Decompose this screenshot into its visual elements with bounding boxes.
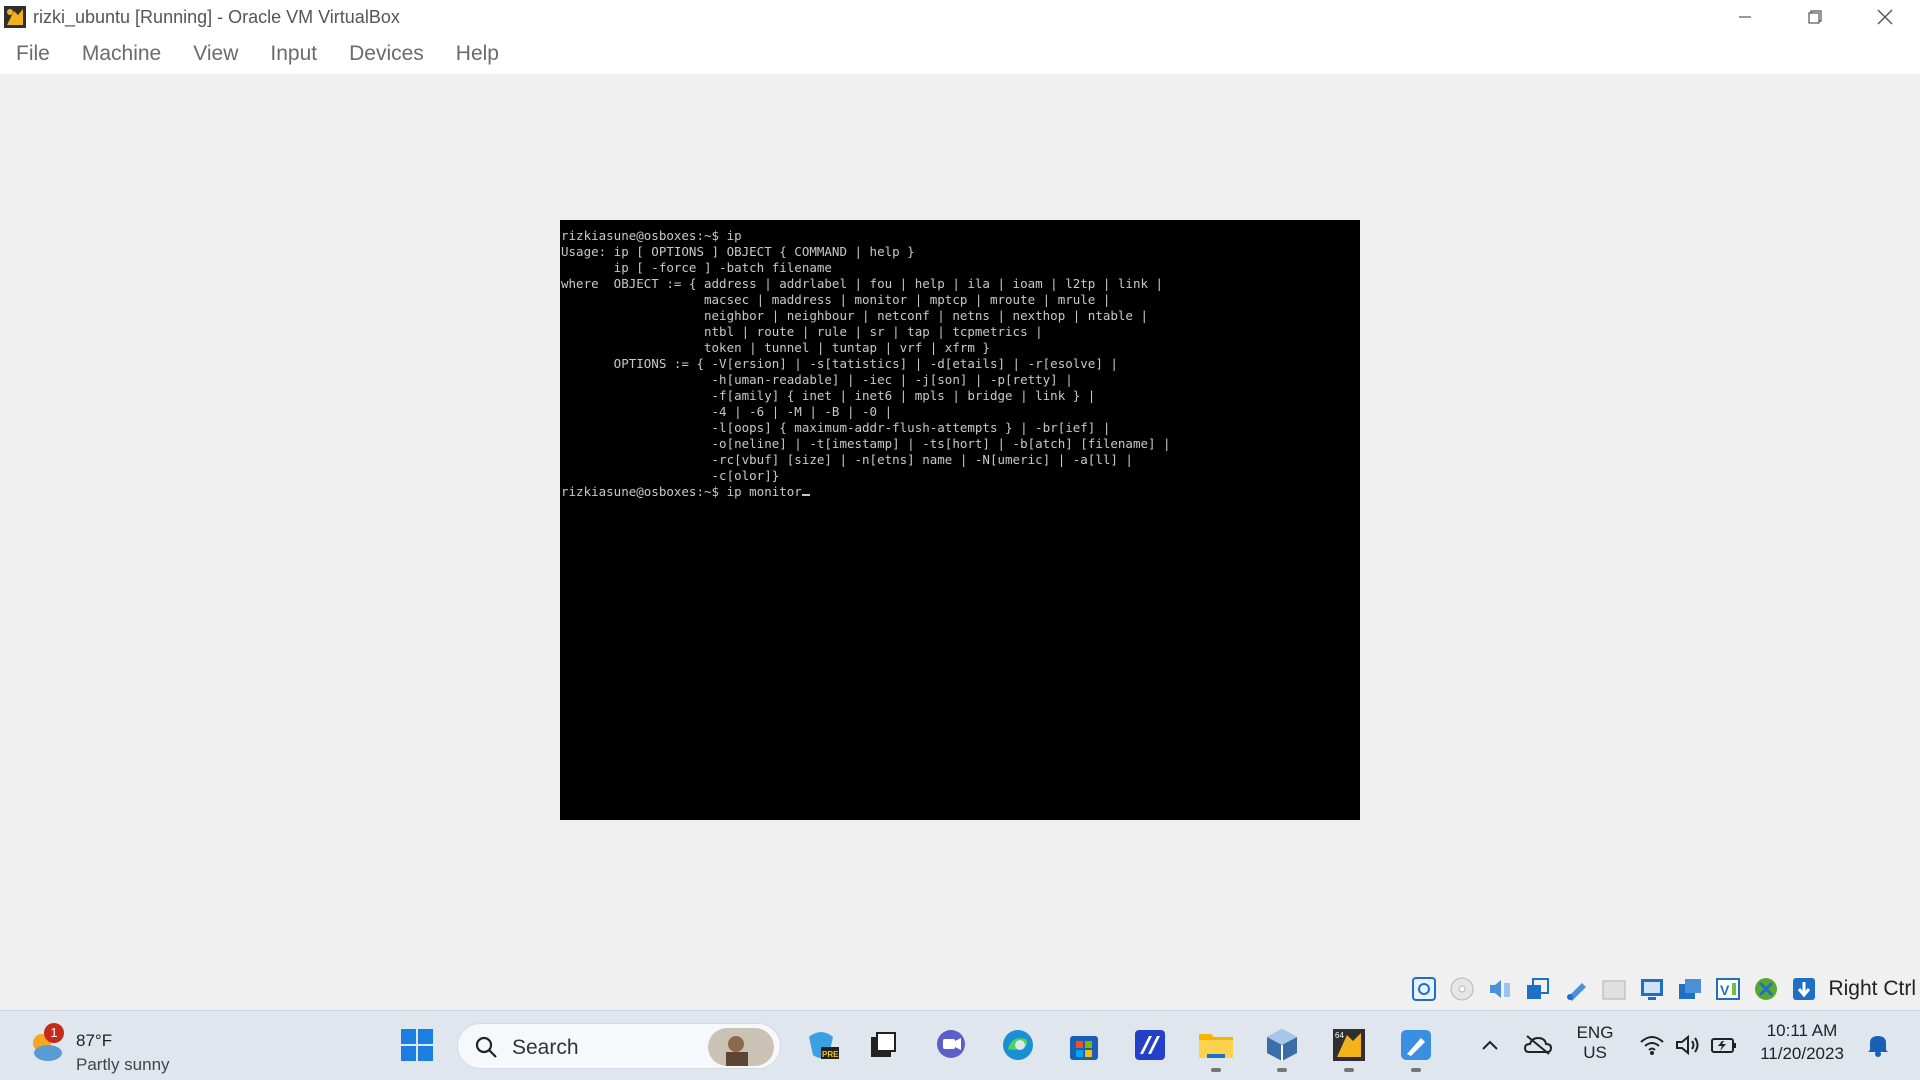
terminal-current-command: rizkiasune@osboxes:~$ ip monitor — [561, 484, 802, 499]
taskbar-search-box[interactable]: Search — [457, 1023, 781, 1069]
menu-bar: File Machine View Input Devices Help — [0, 34, 1920, 74]
menu-help[interactable]: Help — [456, 42, 499, 66]
notification-badge: 1 — [44, 1023, 64, 1043]
optical-disk-icon[interactable] — [1446, 973, 1478, 1005]
keyboard-layout: US — [1583, 1043, 1607, 1062]
terminal-line: -c[olor]} — [561, 468, 780, 483]
terminal-line: macsec | maddress | monitor | mptcp | mr… — [561, 292, 1111, 307]
terminal-line: neighbor | neighbour | netconf | netns |… — [561, 308, 1148, 323]
paint-app-icon[interactable] — [1396, 1025, 1436, 1065]
title-bar: rizki_ubuntu [Running] - Oracle VM Virtu… — [0, 0, 1920, 34]
menu-view[interactable]: View — [193, 42, 238, 66]
edge-browser-icon[interactable] — [998, 1025, 1038, 1065]
notification-bell-icon[interactable] — [1858, 1025, 1898, 1065]
menu-machine[interactable]: Machine — [82, 42, 161, 66]
recording-icon[interactable] — [1674, 973, 1706, 1005]
cpu-icon[interactable]: V — [1712, 973, 1744, 1005]
show-hidden-icons-chevron-icon[interactable] — [1470, 1025, 1510, 1065]
host-key-label: Right Ctrl — [1828, 977, 1916, 1000]
menu-devices[interactable]: Devices — [349, 42, 424, 66]
network-icon[interactable] — [1522, 973, 1554, 1005]
battery-charging-icon[interactable] — [1704, 1025, 1744, 1065]
virtualbox-app-icon — [3, 5, 27, 29]
weather-widget[interactable]: 1 87°F Partly sunny — [26, 1021, 186, 1074]
close-button[interactable] — [1850, 0, 1920, 34]
terminal-line: -h[uman-readable] | -iec | -j[son] | -p[… — [561, 372, 1073, 387]
minimize-button[interactable] — [1710, 0, 1780, 34]
terminal-line: -rc[vbuf] [size] | -n[etns] name | -N[um… — [561, 452, 1133, 467]
menu-input[interactable]: Input — [270, 42, 317, 66]
weather-temperature: 87°F — [76, 1031, 113, 1050]
clock-date: 11/20/2023 — [1760, 1044, 1844, 1063]
task-view-icon[interactable] — [863, 1025, 903, 1065]
shared-folder-icon[interactable] — [1598, 973, 1630, 1005]
terminal-line: -f[amily] { inet | inet6 | mpls | bridge… — [561, 388, 1096, 403]
running-indicator — [1277, 1068, 1287, 1072]
svg-text:PRE: PRE — [822, 1050, 839, 1059]
wifi-icon[interactable] — [1632, 1025, 1672, 1065]
mouse-integration-icon[interactable] — [1750, 973, 1782, 1005]
terminal-line: ip [ -force ] -batch filename — [561, 260, 832, 275]
vs-code-insider-icon[interactable] — [1130, 1025, 1170, 1065]
clock-time: 10:11 AM — [1766, 1021, 1838, 1040]
usb-icon[interactable] — [1560, 973, 1592, 1005]
copilot-preview-icon[interactable]: PRE — [801, 1025, 841, 1065]
file-explorer-icon[interactable] — [1196, 1025, 1236, 1065]
keyboard-capture-icon[interactable] — [1788, 973, 1820, 1005]
window-title: rizki_ubuntu [Running] - Oracle VM Virtu… — [33, 6, 400, 27]
search-icon — [475, 1036, 497, 1058]
terminal-line: token | tunnel | tuntap | vrf | xfrm } — [561, 340, 990, 355]
search-highlight-image — [708, 1028, 774, 1066]
running-indicator — [1344, 1068, 1354, 1072]
onedrive-offline-icon[interactable] — [1518, 1025, 1558, 1065]
virtualbox-vm-icon[interactable]: 64 — [1329, 1025, 1369, 1065]
microsoft-store-icon[interactable] — [1064, 1025, 1104, 1065]
terminal-line: -l[oops] { maximum-addr-flush-attempts }… — [561, 420, 1111, 435]
hard-disk-icon[interactable] — [1408, 973, 1440, 1005]
terminal-line: Usage: ip [ OPTIONS ] OBJECT { COMMAND |… — [561, 244, 915, 259]
clock[interactable]: 10:11 AM 11/20/2023 — [1752, 1021, 1852, 1064]
teams-chat-icon[interactable] — [931, 1025, 971, 1065]
terminal-cursor — [801, 494, 810, 496]
svg-text:64: 64 — [1335, 1031, 1344, 1040]
input-language-indicator[interactable]: ENG US — [1570, 1023, 1620, 1063]
windows-logo-icon — [401, 1029, 433, 1061]
running-indicator — [1211, 1068, 1221, 1072]
vm-display[interactable]: rizkiasune@osboxes:~$ ip Usage: ip [ OPT… — [560, 220, 1360, 820]
menu-file[interactable]: File — [16, 42, 50, 66]
svg-text:V: V — [1720, 982, 1730, 998]
terminal-line: -4 | -6 | -M | -B | -0 | — [561, 404, 893, 419]
weather-description: Partly sunny — [76, 1055, 170, 1074]
virtualbox-cube-icon[interactable] — [1262, 1025, 1302, 1065]
terminal-line: where OBJECT := { address | addrlabel | … — [561, 276, 1164, 291]
audio-icon[interactable] — [1484, 973, 1516, 1005]
terminal-prompt-line: rizkiasune@osboxes:~$ ip monitor — [561, 484, 1360, 500]
terminal-line: -o[neline] | -t[imestamp] | -ts[hort] | … — [561, 436, 1171, 451]
terminal-line: ntbl | route | rule | sr | tap | tcpmetr… — [561, 324, 1043, 339]
start-button[interactable] — [397, 1025, 437, 1065]
language-code: ENG — [1576, 1023, 1614, 1042]
vm-status-bar: V Right Ctrl — [1408, 970, 1920, 1008]
terminal-line: OPTIONS := { -V[ersion] | -s[tatistics] … — [561, 356, 1118, 371]
display-icon[interactable] — [1636, 973, 1668, 1005]
search-label: Search — [512, 1036, 579, 1059]
taskbar: 1 87°F Partly sunny Search PRE 64 ENG US… — [0, 1010, 1920, 1080]
volume-icon[interactable] — [1668, 1025, 1708, 1065]
restore-button[interactable] — [1780, 0, 1850, 34]
terminal-line: rizkiasune@osboxes:~$ ip — [561, 228, 742, 243]
running-indicator — [1411, 1068, 1421, 1072]
